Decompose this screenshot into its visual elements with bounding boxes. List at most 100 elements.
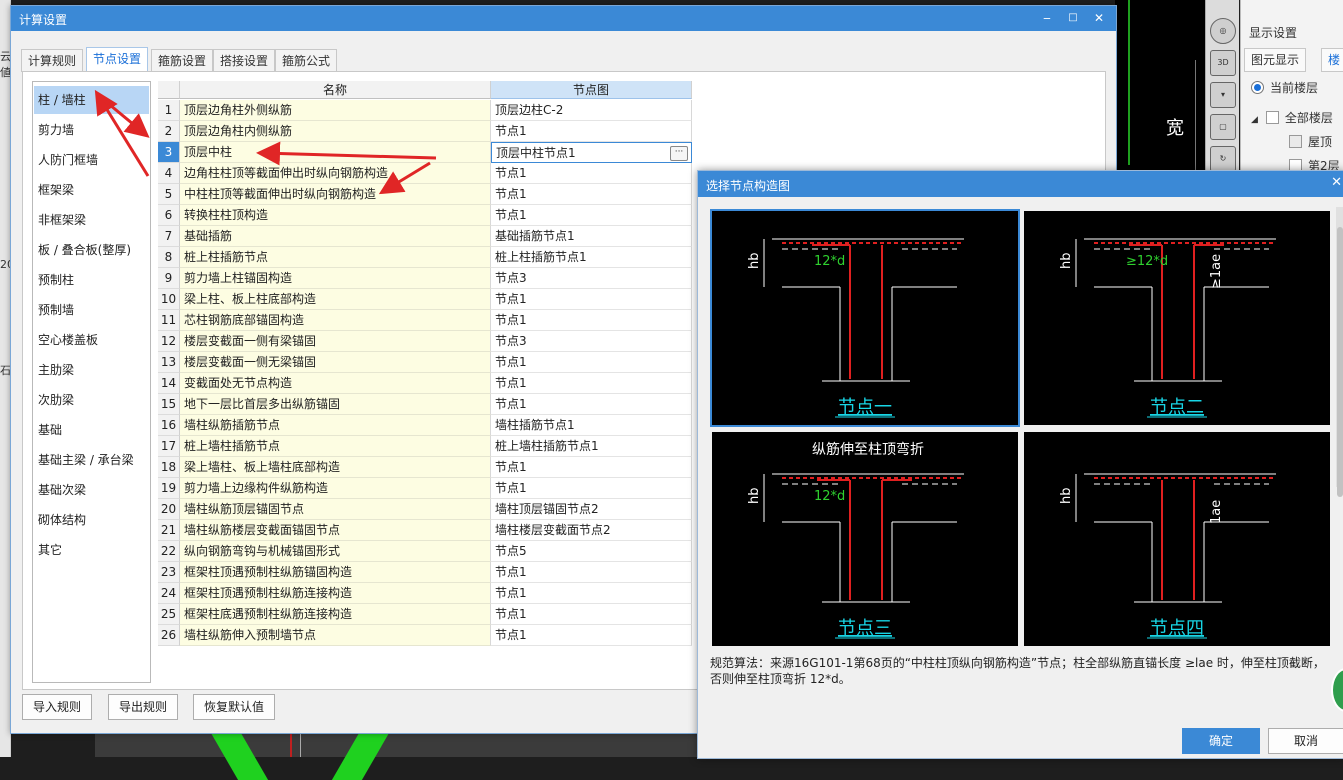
table-row[interactable]: 14 变截面处无节点构造 节点1 [158,373,694,394]
row-name-cell[interactable]: 框架柱底遇预制柱纵筋连接构造 [180,604,491,625]
row-number[interactable]: 18 [158,457,180,478]
row-name-cell[interactable]: 墙柱纵筋伸入预制墙节点 [180,625,491,646]
close-icon[interactable]: ✕ [1090,9,1108,27]
category-item[interactable]: 基础次梁 [34,476,149,504]
cube-icon[interactable]: ▢ [1210,114,1236,140]
row-name-cell[interactable]: 墙柱纵筋插筋节点 [180,415,491,436]
row-number[interactable]: 9 [158,268,180,289]
picker-title-bar[interactable]: 选择节点构造图 ✕ [698,171,1343,197]
row-node-cell[interactable]: 节点1 [491,352,692,373]
category-item[interactable]: 预制墙 [34,296,149,324]
rotate-icon[interactable]: ↻ [1210,146,1236,172]
row-name-cell[interactable]: 剪力墙上边缘构件纵筋构造 [180,478,491,499]
view-dropdown-icon[interactable]: ▾ [1210,82,1236,108]
ok-button[interactable]: 确定 [1182,728,1260,754]
minimize-icon[interactable]: ‒ [1038,9,1056,27]
table-row[interactable]: 15 地下一层比首层多出纵筋锚固 节点1 [158,394,694,415]
row-name-cell[interactable]: 框架柱顶遇预制柱纵筋锚固构造 [180,562,491,583]
table-row[interactable]: 10 梁上柱、板上柱底部构造 节点1 [158,289,694,310]
row-number[interactable]: 14 [158,373,180,394]
row-node-cell[interactable]: 节点5 [491,541,692,562]
row-name-cell[interactable]: 桩上墙柱插筋节点 [180,436,491,457]
tab-floor[interactable]: 楼 [1321,48,1343,72]
node-panel[interactable]: hb ≥12*d ≥1ae 节点二 [1024,211,1330,425]
row-node-cell[interactable]: 节点1 [491,457,692,478]
cancel-button[interactable]: 取消 [1268,728,1343,754]
maximize-icon[interactable]: □ [1064,9,1082,27]
scrollbar-thumb[interactable] [1337,227,1343,497]
category-item[interactable]: 主肋梁 [34,356,149,384]
row-number[interactable]: 20 [158,499,180,520]
current-floor-radio[interactable]: 当前楼层 [1251,79,1318,96]
row-number[interactable]: 25 [158,604,180,625]
row-number[interactable]: 12 [158,331,180,352]
row-name-cell[interactable]: 楼层变截面一侧无梁锚固 [180,352,491,373]
table-row[interactable]: 17 桩上墙柱插筋节点 桩上墙柱插筋节点1 [158,436,694,457]
row-number[interactable]: 16 [158,415,180,436]
row-node-cell[interactable]: 节点3 [491,268,692,289]
table-row[interactable]: 23 框架柱顶遇预制柱纵筋锚固构造 节点1 [158,562,694,583]
row-node-cell[interactable]: 桩上墙柱插筋节点1 [491,436,692,457]
row-node-cell[interactable]: 节点1 [491,289,692,310]
node-panel[interactable]: hb 12*d 节点一 [710,209,1020,427]
tree-item-roof[interactable]: 屋顶 [1289,133,1332,150]
row-node-cell[interactable]: 节点1 [491,478,692,499]
row-name-cell[interactable]: 纵向钢筋弯钩与机械锚固形式 [180,541,491,562]
row-node-cell[interactable]: 节点3 [491,331,692,352]
row-node-cell[interactable]: 墙柱顶层锚固节点2 [491,499,692,520]
category-item[interactable]: 次肋梁 [34,386,149,414]
row-node-cell[interactable]: 节点1 [491,373,692,394]
row-name-cell[interactable]: 变截面处无节点构造 [180,373,491,394]
row-name-cell[interactable]: 框架柱顶遇预制柱纵筋连接构造 [180,583,491,604]
category-item[interactable]: 空心楼盖板 [34,326,149,354]
category-item[interactable]: 预制柱 [34,266,149,294]
row-node-cell[interactable]: 节点1 [491,604,692,625]
row-number[interactable]: 17 [158,436,180,457]
orbit-icon[interactable]: ◎ [1210,18,1236,44]
table-row[interactable]: 26 墙柱纵筋伸入预制墙节点 节点1 [158,625,694,646]
node-panel[interactable]: hb 12*d 纵筋伸至柱顶弯折 节点三 [712,432,1018,646]
row-node-cell[interactable]: 节点1 [491,394,692,415]
table-row[interactable]: 18 梁上墙柱、板上墙柱底部构造 节点1 [158,457,694,478]
row-node-cell[interactable]: 墙柱插筋节点1 [491,415,692,436]
row-name-cell[interactable]: 楼层变截面一侧有梁锚固 [180,331,491,352]
category-item[interactable]: 其它 [34,536,149,564]
picker-scrollbar[interactable] [1336,207,1343,497]
import-rules-button[interactable]: 导入规则 [22,694,93,720]
row-node-cell[interactable]: 墙柱楼层变截面节点2 [491,520,692,541]
row-name-cell[interactable]: 剪力墙上柱锚固构造 [180,268,491,289]
category-item[interactable]: 砌体结构 [34,506,149,534]
table-row[interactable]: 16 墙柱纵筋插筋节点 墙柱插筋节点1 [158,415,694,436]
row-name-cell[interactable]: 墙柱纵筋楼层变截面锚固节点 [180,520,491,541]
row-name-cell[interactable]: 地下一层比首层多出纵筋锚固 [180,394,491,415]
table-row[interactable]: 9 剪力墙上柱锚固构造 节点3 [158,268,694,289]
tree-item-all-floors[interactable]: ◢ 全部楼层 [1251,109,1333,126]
row-number[interactable]: 11 [158,310,180,331]
category-item[interactable]: 基础主梁 / 承台梁 [34,446,149,474]
row-node-cell[interactable]: 节点1 [491,625,692,646]
table-row[interactable]: 19 剪力墙上边缘构件纵筋构造 节点1 [158,478,694,499]
restore-defaults-button[interactable]: 恢复默认值 [193,694,276,720]
row-number[interactable]: 19 [158,478,180,499]
export-rules-button[interactable]: 导出规则 [108,694,179,720]
row-number[interactable]: 13 [158,352,180,373]
row-number[interactable]: 10 [158,289,180,310]
row-name-cell[interactable]: 墙柱纵筋顶层锚固节点 [180,499,491,520]
row-name-cell[interactable]: 梁上柱、板上柱底部构造 [180,289,491,310]
row-number[interactable]: 23 [158,562,180,583]
tab-element-display[interactable]: 图元显示 [1244,48,1307,72]
row-node-cell[interactable]: 节点1 [491,562,692,583]
row-name-cell[interactable]: 梁上墙柱、板上墙柱底部构造 [180,457,491,478]
table-row[interactable]: 21 墙柱纵筋楼层变截面锚固节点 墙柱楼层变截面节点2 [158,520,694,541]
table-row[interactable]: 12 楼层变截面一侧有梁锚固 节点3 [158,331,694,352]
node-panel[interactable]: hb 1ae 节点四 [1024,432,1330,646]
row-node-cell[interactable]: 节点1 [491,583,692,604]
table-row[interactable]: 11 芯柱钢筋底部锚固构造 节点1 [158,310,694,331]
category-item[interactable]: 基础 [34,416,149,444]
table-row[interactable]: 25 框架柱底遇预制柱纵筋连接构造 节点1 [158,604,694,625]
row-node-cell[interactable]: 节点1 [491,310,692,331]
table-row[interactable]: 20 墙柱纵筋顶层锚固节点 墙柱顶层锚固节点2 [158,499,694,520]
table-row[interactable]: 24 框架柱顶遇预制柱纵筋连接构造 节点1 [158,583,694,604]
view-3d-icon[interactable]: 3D [1210,50,1236,76]
row-name-cell[interactable]: 芯柱钢筋底部锚固构造 [180,310,491,331]
